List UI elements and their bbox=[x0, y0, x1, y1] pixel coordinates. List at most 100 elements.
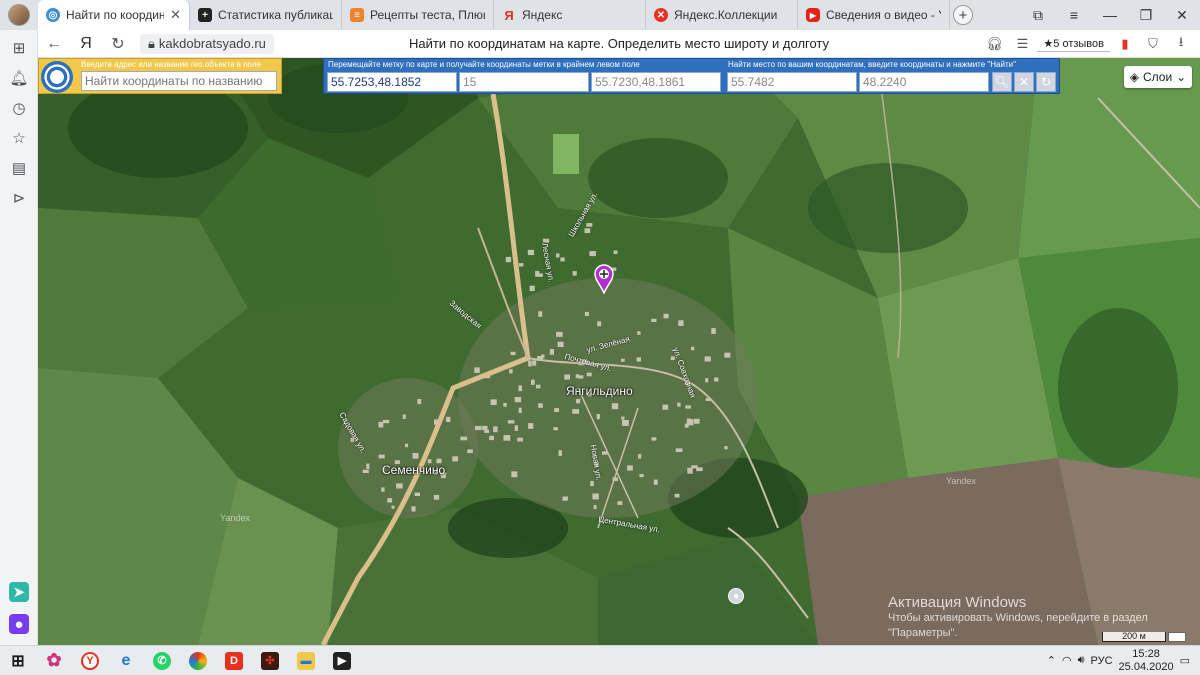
find-search-icon[interactable]: 🔍︎ bbox=[992, 72, 1012, 92]
yandex-home-icon[interactable]: Я bbox=[70, 30, 102, 58]
bell-icon[interactable]: 🔔︎ bbox=[9, 68, 29, 88]
place-search-input[interactable] bbox=[81, 71, 277, 91]
clear-icon[interactable]: ✕ bbox=[1014, 72, 1034, 92]
tab-yandex-collections[interactable]: ✕ Яндекс.Коллекции bbox=[646, 0, 798, 30]
reviews-link[interactable]: ★5 отзывов bbox=[1037, 36, 1110, 52]
house bbox=[592, 493, 599, 500]
wifi-icon[interactable]: ◠ bbox=[1062, 654, 1072, 667]
lock-icon: 🔒︎ bbox=[148, 35, 155, 51]
location-marker-icon[interactable] bbox=[594, 264, 614, 294]
house bbox=[493, 426, 498, 433]
tab-find-coordinates[interactable]: ◎ Найти по координатам ✕ bbox=[38, 0, 190, 30]
person-icon[interactable]: ● bbox=[728, 588, 744, 604]
pinwheel-app-icon[interactable]: ✿ bbox=[36, 646, 72, 675]
house bbox=[638, 453, 642, 459]
photos-icon[interactable] bbox=[180, 646, 216, 675]
tab-publication-stats[interactable]: + Статистика публикаций bbox=[190, 0, 342, 30]
scale-bar: 200 м bbox=[1102, 632, 1166, 642]
bookmark-icon[interactable]: ▮ bbox=[1112, 32, 1138, 56]
yandex-browser-icon[interactable]: Y bbox=[72, 646, 108, 675]
tab-recipes[interactable]: ≡ Рецепты теста, Плюшка bbox=[342, 0, 494, 30]
house bbox=[509, 369, 513, 374]
marker-coordinates-field[interactable] bbox=[327, 72, 457, 92]
file-explorer-icon[interactable]: ▬ bbox=[288, 646, 324, 675]
chevron-up-icon[interactable]: ⌃ bbox=[1047, 654, 1056, 667]
house bbox=[705, 378, 709, 383]
windows-start-icon[interactable]: ⊞ bbox=[0, 646, 36, 675]
house bbox=[627, 465, 633, 471]
tabs-overview-icon[interactable]: ⧉ bbox=[1020, 0, 1056, 30]
edge-icon[interactable]: e bbox=[108, 646, 144, 675]
tab-title: Яндекс.Коллекции bbox=[674, 8, 778, 22]
notes-icon[interactable]: ▤ bbox=[9, 158, 29, 178]
clock[interactable]: 15:28 25.04.2020 bbox=[1119, 648, 1174, 674]
reload-icon[interactable]: ↻ bbox=[102, 30, 134, 58]
village-label: Янгильдино bbox=[566, 384, 633, 398]
speaker-icon[interactable]: 🔊︎ bbox=[1078, 654, 1085, 667]
back-arrow-icon[interactable]: ← bbox=[38, 30, 70, 58]
menu-icon[interactable]: ≡ bbox=[1056, 0, 1092, 30]
app-d-icon[interactable]: D bbox=[216, 646, 252, 675]
chevron-down-icon: ⌄ bbox=[1176, 70, 1187, 84]
close-icon[interactable]: ✕ bbox=[170, 7, 181, 23]
play-icon[interactable]: ⊳ bbox=[9, 188, 29, 208]
house bbox=[433, 494, 440, 500]
alice-icon[interactable]: ● bbox=[9, 614, 29, 634]
house bbox=[446, 416, 451, 422]
yandex-watermark: Yandex bbox=[220, 513, 250, 523]
protect-icon[interactable]: ⛉ bbox=[1140, 32, 1166, 56]
house bbox=[538, 273, 543, 277]
activation-line: Чтобы активировать Windows, перейдите в … bbox=[888, 612, 1148, 624]
longitude-input[interactable] bbox=[859, 72, 989, 92]
house bbox=[578, 375, 584, 379]
tab-yandex[interactable]: Я Яндекс bbox=[494, 0, 646, 30]
house bbox=[557, 341, 564, 347]
close-window-icon[interactable]: ✕ bbox=[1164, 0, 1200, 30]
url-field[interactable]: 🔒︎ kakdobratsyado.ru bbox=[140, 33, 274, 54]
restore-icon[interactable]: ❐ bbox=[1128, 0, 1164, 30]
house bbox=[414, 492, 420, 496]
zoom-field[interactable] bbox=[459, 72, 589, 92]
house bbox=[651, 318, 657, 322]
profile-avatar[interactable] bbox=[0, 0, 38, 30]
house bbox=[518, 263, 524, 267]
house bbox=[564, 374, 570, 380]
house bbox=[558, 450, 562, 456]
house bbox=[687, 467, 693, 474]
ruler-icon[interactable] bbox=[1168, 632, 1186, 642]
center-coordinates-field[interactable] bbox=[591, 72, 721, 92]
house bbox=[518, 407, 522, 413]
house bbox=[490, 399, 497, 406]
minimize-icon[interactable]: — bbox=[1092, 0, 1128, 30]
reader-icon[interactable]: ☰ bbox=[1009, 32, 1035, 56]
house bbox=[560, 257, 565, 262]
refresh-icon[interactable]: ↻ bbox=[1036, 72, 1056, 92]
language-indicator[interactable]: РУС bbox=[1091, 655, 1113, 667]
star-icon[interactable]: ☆ bbox=[9, 128, 29, 148]
notifications-icon[interactable]: ▭ bbox=[1180, 654, 1190, 667]
clock-icon[interactable]: ◷ bbox=[9, 98, 29, 118]
tab-youtube[interactable]: ▶ Сведения о видео - YouT bbox=[798, 0, 950, 30]
house bbox=[617, 501, 623, 505]
latitude-input[interactable] bbox=[727, 72, 857, 92]
house bbox=[538, 403, 543, 408]
whatsapp-icon[interactable]: ✆ bbox=[144, 646, 180, 675]
house bbox=[532, 360, 537, 366]
house bbox=[562, 496, 568, 501]
layers-button[interactable]: ◈ Слои ⌄ bbox=[1124, 66, 1192, 88]
video-editor-icon[interactable]: ▶ bbox=[324, 646, 360, 675]
house bbox=[675, 448, 683, 452]
new-tab-button[interactable]: + bbox=[950, 0, 976, 30]
layers-icon: ◈ bbox=[1129, 70, 1139, 84]
headphones-icon[interactable]: 🎧︎ bbox=[981, 32, 1007, 56]
send-icon[interactable]: ➤ bbox=[9, 582, 29, 602]
satellite-map[interactable]: Янгильдино Семенчино Школьная ул. Лесная… bbox=[38, 58, 1200, 645]
house bbox=[517, 437, 523, 442]
house bbox=[621, 358, 625, 362]
game-icon[interactable]: ✣ bbox=[252, 646, 288, 675]
house bbox=[528, 360, 532, 367]
house bbox=[531, 379, 535, 385]
tab-title: Сведения о видео - YouT bbox=[826, 8, 941, 22]
grid-icon[interactable]: ⊞ bbox=[9, 38, 29, 58]
download-icon[interactable]: ⭳ bbox=[1168, 32, 1194, 56]
